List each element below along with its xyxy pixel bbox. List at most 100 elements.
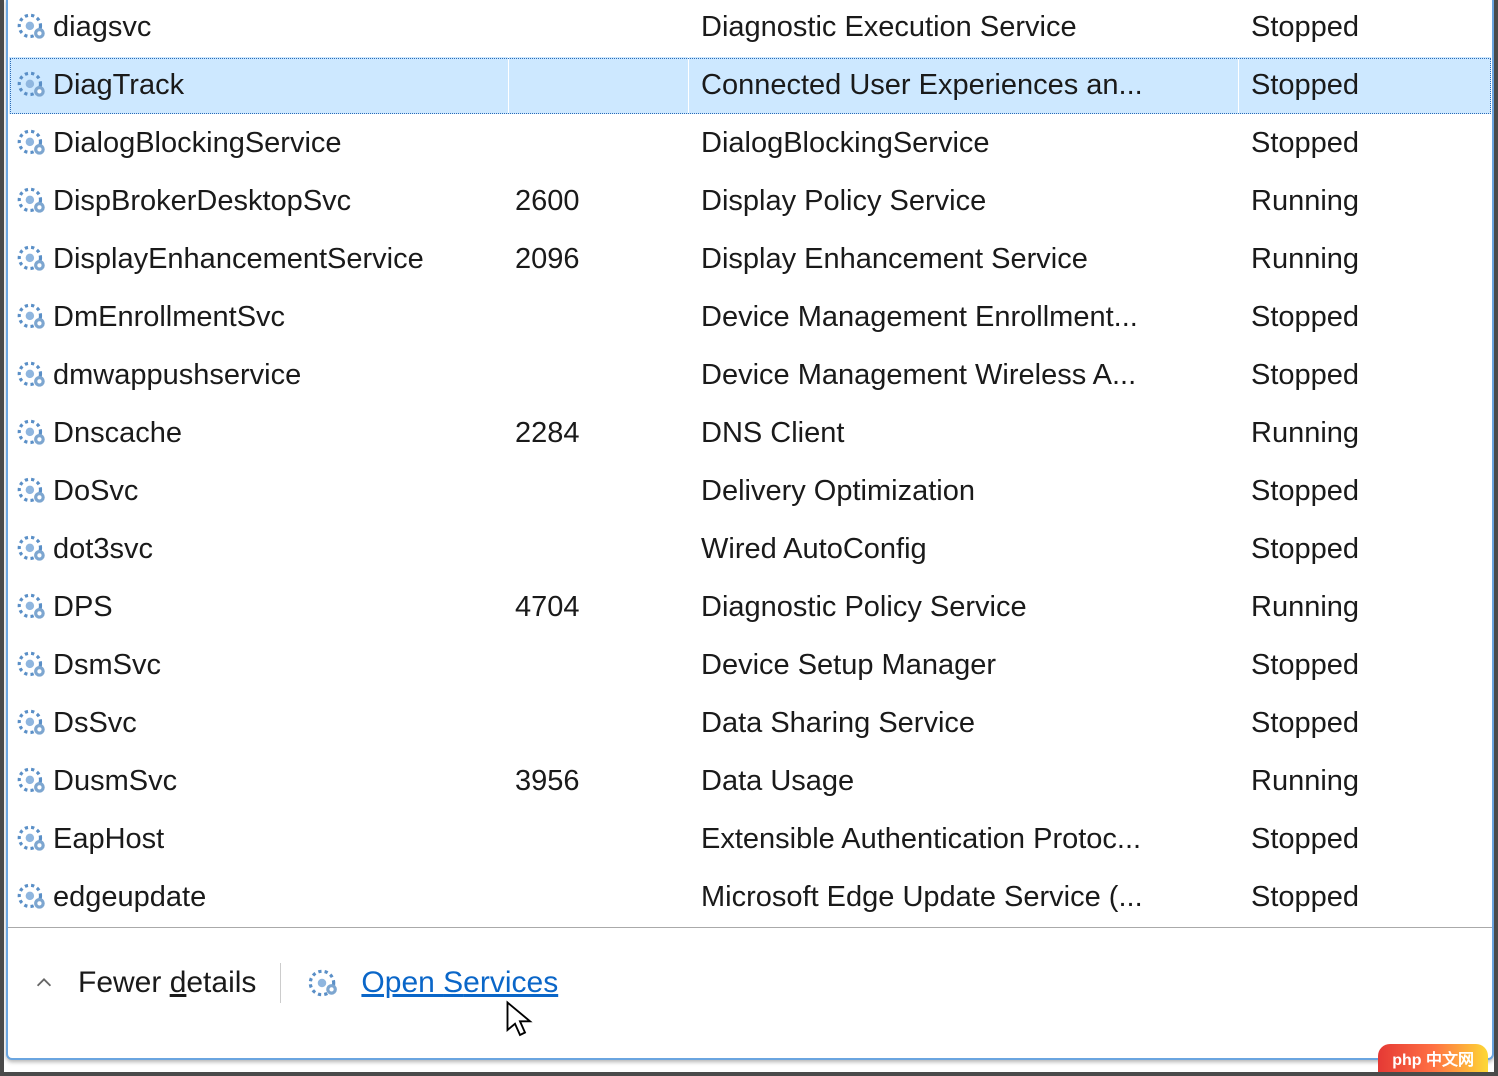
service-status: Stopped xyxy=(1239,289,1492,347)
service-pid xyxy=(509,811,689,869)
service-row[interactable]: DoSvc Delivery OptimizationStopped xyxy=(9,463,1492,521)
service-description: Device Management Wireless A... xyxy=(689,347,1239,405)
service-status: Stopped xyxy=(1239,869,1492,927)
service-row[interactable]: EapHost Extensible Authentication Protoc.… xyxy=(9,811,1492,869)
service-gear-icon xyxy=(15,243,49,277)
service-status: Stopped xyxy=(1239,347,1492,405)
service-description: Data Sharing Service xyxy=(689,695,1239,753)
service-row[interactable]: dot3svc Wired AutoConfigStopped xyxy=(9,521,1492,579)
service-gear-icon xyxy=(15,185,49,219)
service-description: Wired AutoConfig xyxy=(689,521,1239,579)
service-row[interactable]: DisplayEnhancementService 2096Display Enh… xyxy=(9,231,1492,289)
service-status: Stopped xyxy=(1239,57,1492,115)
service-status: Running xyxy=(1239,231,1492,289)
service-gear-icon xyxy=(15,823,49,857)
service-description: Extensible Authentication Protoc... xyxy=(689,811,1239,869)
service-gear-icon xyxy=(15,359,49,393)
service-description: Diagnostic Policy Service xyxy=(689,579,1239,637)
service-pid: 2096 xyxy=(509,231,689,289)
service-row[interactable]: DusmSvc 3956Data UsageRunning xyxy=(9,753,1492,811)
service-description: Microsoft Edge Update Service (... xyxy=(689,869,1239,927)
service-description: DNS Client xyxy=(689,405,1239,463)
service-description: Display Policy Service xyxy=(689,173,1239,231)
service-pid xyxy=(509,695,689,753)
service-pid: 3956 xyxy=(509,753,689,811)
service-status: Running xyxy=(1239,753,1492,811)
service-gear-icon xyxy=(15,127,49,161)
service-name: DoSvc xyxy=(53,475,138,507)
service-status: Running xyxy=(1239,405,1492,463)
fewer-details-button[interactable]: Fewer details xyxy=(78,966,256,1000)
service-description: Diagnostic Execution Service xyxy=(689,0,1239,57)
task-manager-services-panel: diagsvcDiagnostic Execution ServiceStopp… xyxy=(6,0,1494,1060)
service-status: Running xyxy=(1239,173,1492,231)
service-pid xyxy=(509,869,689,927)
service-gear-icon xyxy=(15,475,49,509)
service-name: EapHost xyxy=(53,823,164,855)
service-name: diagsvc xyxy=(53,11,151,43)
collapse-chevron-icon[interactable] xyxy=(28,967,60,999)
service-name: DPS xyxy=(53,591,113,623)
service-row[interactable]: edgeupdate Microsoft Edge Update Service … xyxy=(9,869,1492,927)
service-status: Stopped xyxy=(1239,521,1492,579)
footer-separator xyxy=(280,963,281,1003)
service-row[interactable]: DmEnrollmentSvc Device Management Enrollm… xyxy=(9,289,1492,347)
service-row[interactable]: DispBrokerDesktopSvc 2600Display Policy S… xyxy=(9,173,1492,231)
service-name: dot3svc xyxy=(53,533,153,565)
gear-icon xyxy=(305,966,339,1000)
watermark-badge: php 中文网 xyxy=(1378,1044,1488,1072)
services-table-container: diagsvcDiagnostic Execution ServiceStopp… xyxy=(8,0,1492,928)
service-gear-icon xyxy=(15,765,49,799)
service-status: Stopped xyxy=(1239,463,1492,521)
service-pid xyxy=(509,115,689,173)
service-row[interactable]: Dnscache2284DNS ClientRunning xyxy=(9,405,1492,463)
service-gear-icon xyxy=(15,591,49,625)
service-description: Device Setup Manager xyxy=(689,637,1239,695)
service-status: Stopped xyxy=(1239,637,1492,695)
service-pid xyxy=(509,521,689,579)
service-name: DusmSvc xyxy=(53,765,177,797)
service-name: DsmSvc xyxy=(53,649,161,681)
service-status: Stopped xyxy=(1239,0,1492,57)
service-name: DiagTrack xyxy=(53,69,184,101)
service-row[interactable]: DsSvc Data Sharing ServiceStopped xyxy=(9,695,1492,753)
service-name: DispBrokerDesktopSvc xyxy=(53,185,351,217)
service-pid xyxy=(509,0,689,57)
service-description: Delivery Optimization xyxy=(689,463,1239,521)
service-row[interactable]: DsmSvc Device Setup ManagerStopped xyxy=(9,637,1492,695)
service-pid: 2600 xyxy=(509,173,689,231)
service-gear-icon xyxy=(15,533,49,567)
service-status: Stopped xyxy=(1239,695,1492,753)
service-pid xyxy=(509,637,689,695)
service-row[interactable]: diagsvc Diagnostic Execution ServiceStopp… xyxy=(9,0,1492,57)
service-gear-icon xyxy=(15,301,49,335)
service-name: DisplayEnhancementService xyxy=(53,243,424,275)
service-description: Device Management Enrollment... xyxy=(689,289,1239,347)
service-row[interactable]: DialogBlockingService DialogBlockingServi… xyxy=(9,115,1492,173)
service-name: dmwappushservice xyxy=(53,359,301,391)
service-gear-icon xyxy=(15,417,49,451)
service-description: Connected User Experiences an... xyxy=(689,57,1239,115)
footer-bar: Fewer details Open Services xyxy=(8,928,1492,1058)
services-table[interactable]: diagsvcDiagnostic Execution ServiceStopp… xyxy=(8,0,1492,927)
service-status: Running xyxy=(1239,579,1492,637)
service-pid xyxy=(509,347,689,405)
service-pid: 4704 xyxy=(509,579,689,637)
service-gear-icon xyxy=(15,69,49,103)
service-name: DmEnrollmentSvc xyxy=(53,301,285,333)
service-name: edgeupdate xyxy=(53,881,206,913)
service-row[interactable]: dmwappushservice Device Management Wirele… xyxy=(9,347,1492,405)
open-services-link[interactable]: Open Services xyxy=(361,966,558,1000)
service-pid: 2284 xyxy=(509,405,689,463)
service-row[interactable]: DiagTrack Connected User Experiences an..… xyxy=(9,57,1492,115)
service-row[interactable]: DPS 4704Diagnostic Policy ServiceRunning xyxy=(9,579,1492,637)
service-description: Data Usage xyxy=(689,753,1239,811)
service-gear-icon xyxy=(15,707,49,741)
service-name: DialogBlockingService xyxy=(53,127,342,159)
service-description: Display Enhancement Service xyxy=(689,231,1239,289)
service-name: DsSvc xyxy=(53,707,137,739)
service-gear-icon xyxy=(15,649,49,683)
service-pid xyxy=(509,463,689,521)
service-description: DialogBlockingService xyxy=(689,115,1239,173)
service-status: Stopped xyxy=(1239,811,1492,869)
